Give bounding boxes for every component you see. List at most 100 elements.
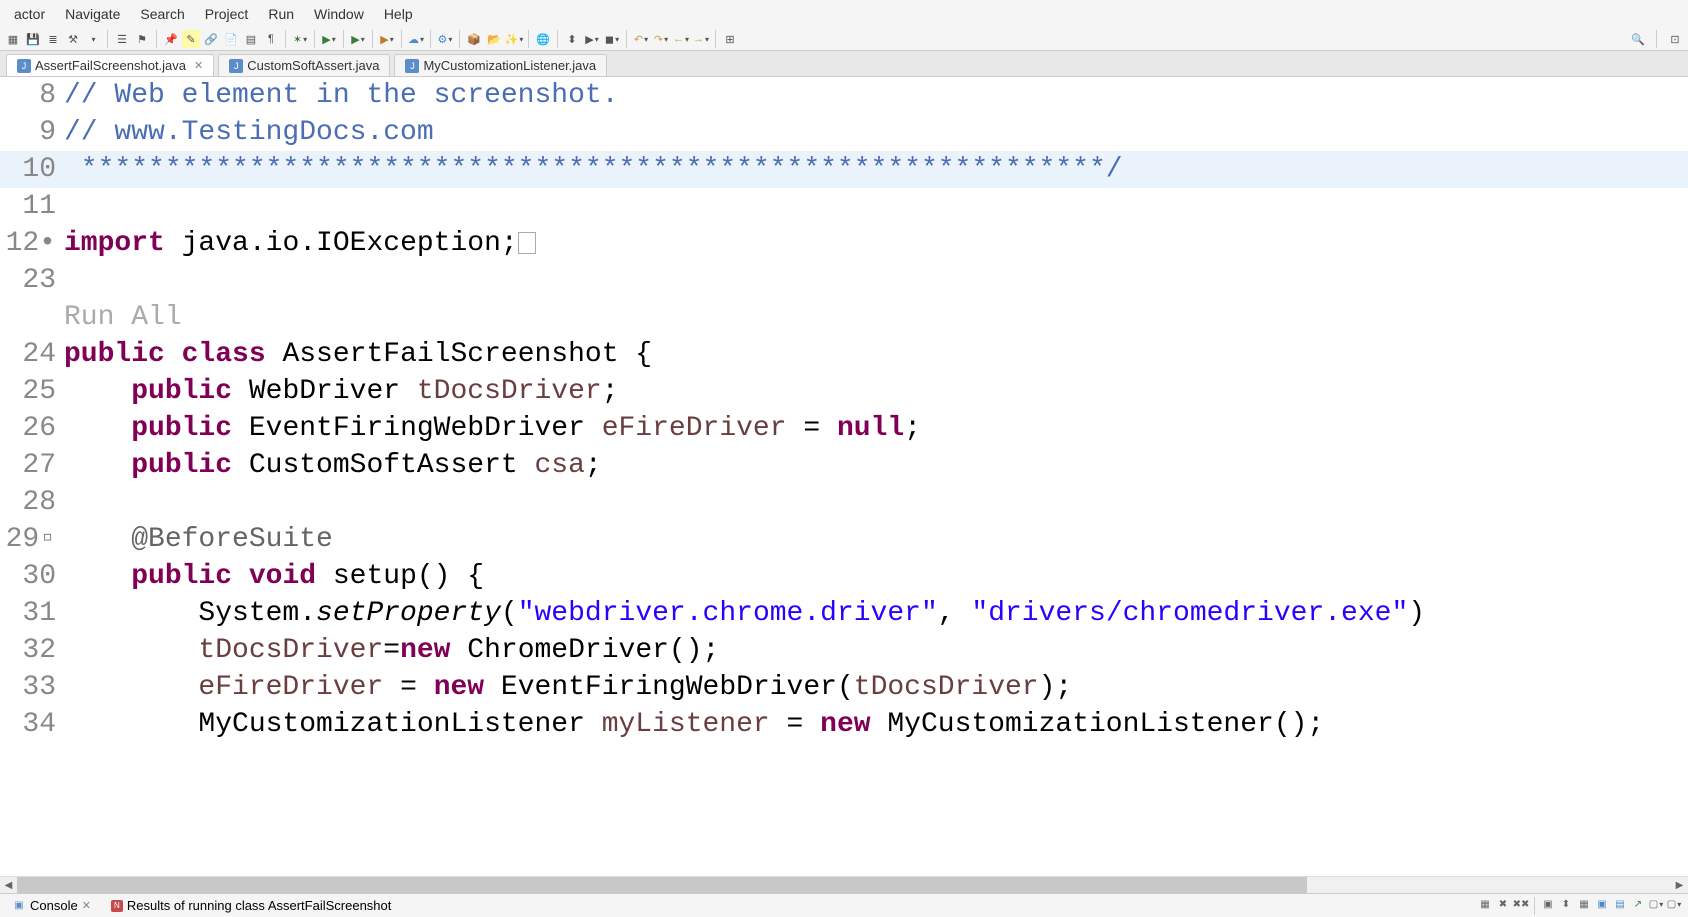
pin-icon[interactable]: 📌 <box>162 30 180 48</box>
scroll-right-icon[interactable]: ▶ <box>1671 880 1688 891</box>
play-icon[interactable]: ▶ <box>583 30 601 48</box>
line-number: 30 <box>0 558 64 595</box>
icon11[interactable]: ▢ <box>1666 897 1682 913</box>
ext-run-icon[interactable]: ▶ <box>378 30 396 48</box>
bug-icon[interactable]: ✶ <box>291 30 309 48</box>
icon8[interactable]: ▤ <box>1612 897 1628 913</box>
editor-area[interactable]: 8// Web element in the screenshot.9// ww… <box>0 77 1688 893</box>
line-number: 12• <box>0 225 64 262</box>
close-icon[interactable]: ✕ <box>82 899 91 912</box>
menu-item[interactable]: Project <box>195 2 259 26</box>
icon10[interactable]: ▢ <box>1648 897 1664 913</box>
code-line[interactable]: 33 eFireDriver = new EventFiringWebDrive… <box>0 669 1688 706</box>
bottom-panel: ▣ Console ✕ N Results of running class A… <box>0 893 1688 917</box>
search-icon[interactable]: 🔍 <box>1629 30 1647 48</box>
tab-assertfailscreenshot[interactable]: J AssertFailScreenshot.java ✕ <box>6 54 214 76</box>
coverage-icon[interactable]: ▶ <box>349 30 367 48</box>
link-icon[interactable]: 🔗 <box>202 30 220 48</box>
scroll-left-icon[interactable]: ◀ <box>0 880 17 891</box>
annot-icon[interactable]: ⚑ <box>133 30 151 48</box>
code-line[interactable]: 27 public CustomSoftAssert csa; <box>0 447 1688 484</box>
code-line[interactable]: 25 public WebDriver tDocsDriver; <box>0 373 1688 410</box>
remove-icon[interactable]: ✖ <box>1495 897 1511 913</box>
nav-fwd-icon[interactable]: → <box>692 30 710 48</box>
code-line[interactable]: 34 MyCustomizationListener myListener = … <box>0 706 1688 743</box>
code-line[interactable]: 10 *************************************… <box>0 151 1688 188</box>
stop-icon[interactable]: ◼ <box>603 30 621 48</box>
globe-icon[interactable]: 🌐 <box>534 30 552 48</box>
code-content: tDocsDriver=new ChromeDriver(); <box>64 632 1688 669</box>
code-line[interactable]: 30 public void setup() { <box>0 558 1688 595</box>
menu-item[interactable]: Search <box>130 2 194 26</box>
nav-back-icon[interactable]: ← <box>672 30 690 48</box>
code-line[interactable]: 9// www.TestingDocs.com <box>0 114 1688 151</box>
code-content: public EventFiringWebDriver eFireDriver … <box>64 410 1688 447</box>
doc-icon[interactable]: 📄 <box>222 30 240 48</box>
para-icon[interactable]: ¶ <box>262 30 280 48</box>
code-line[interactable]: 8// Web element in the screenshot. <box>0 77 1688 114</box>
line-number: 32 <box>0 632 64 669</box>
icon6[interactable]: ▦ <box>1576 897 1592 913</box>
code-content <box>64 262 1688 299</box>
code-line[interactable]: 29▫ @BeforeSuite <box>0 521 1688 558</box>
run-icon[interactable]: ▶ <box>320 30 338 48</box>
code-line[interactable]: 28 <box>0 484 1688 521</box>
menu-item[interactable]: Help <box>374 2 423 26</box>
cloud-icon[interactable]: ☁ <box>407 30 425 48</box>
code-line[interactable]: 32 tDocsDriver=new ChromeDriver(); <box>0 632 1688 669</box>
code-line[interactable]: 23 <box>0 262 1688 299</box>
menu-item[interactable]: Window <box>304 2 374 26</box>
pkg-open-icon[interactable]: 📂 <box>485 30 503 48</box>
console-tab[interactable]: ▣ Console ✕ <box>6 896 97 915</box>
code-line[interactable]: 11 <box>0 188 1688 225</box>
fwd-icon[interactable]: ↷ <box>652 30 670 48</box>
list-icon[interactable]: ▤ <box>242 30 260 48</box>
build-dropdown[interactable] <box>84 30 102 48</box>
code-line[interactable]: 12•import java.io.IOException; <box>0 225 1688 262</box>
new-icon[interactable]: ▦ <box>4 30 22 48</box>
line-number: 27 <box>0 447 64 484</box>
code-content: @BeforeSuite <box>64 521 1688 558</box>
back-icon[interactable]: ↶ <box>632 30 650 48</box>
icon7[interactable]: ▣ <box>1594 897 1610 913</box>
menu-item[interactable]: actor <box>4 2 55 26</box>
remove-all-icon[interactable]: ✖✖ <box>1513 897 1529 913</box>
menu-item[interactable]: Run <box>258 2 304 26</box>
gear-icon[interactable]: ⚙ <box>436 30 454 48</box>
tab-label: MyCustomizationListener.java <box>423 58 596 73</box>
scroll-thumb[interactable] <box>17 877 1307 894</box>
menu-item[interactable]: Navigate <box>55 2 130 26</box>
line-number: 8 <box>0 77 64 114</box>
line-number: 33 <box>0 669 64 706</box>
open-persp-icon[interactable]: ⊡ <box>1666 30 1684 48</box>
close-icon[interactable]: ✕ <box>194 59 203 72</box>
horizontal-scrollbar[interactable]: ◀ ▶ <box>0 876 1688 893</box>
code-line[interactable]: 26 public EventFiringWebDriver eFireDriv… <box>0 410 1688 447</box>
code-content: eFireDriver = new EventFiringWebDriver(t… <box>64 669 1688 706</box>
perspective-icon[interactable]: ⊞ <box>721 30 739 48</box>
menu-bar: actor Navigate Search Project Run Window… <box>0 0 1688 28</box>
icon9[interactable]: ↗ <box>1630 897 1646 913</box>
toggle-icon[interactable]: ☰ <box>113 30 131 48</box>
code-line[interactable]: 31 System.setProperty("webdriver.chrome.… <box>0 595 1688 632</box>
tab-mycustomizationlistener[interactable]: J MyCustomizationListener.java <box>394 54 607 76</box>
save-all-icon[interactable]: ≣ <box>44 30 62 48</box>
code-line[interactable]: Run All <box>0 299 1688 336</box>
line-number: 11 <box>0 188 64 225</box>
tab-customsoftassert[interactable]: J CustomSoftAssert.java <box>218 54 390 76</box>
pkg-new-icon[interactable]: 📦 <box>465 30 483 48</box>
icon5[interactable]: ⬍ <box>1558 897 1574 913</box>
wand-icon[interactable]: ✨ <box>505 30 523 48</box>
testng-icon: N <box>111 900 123 912</box>
build-icon[interactable]: ⚒ <box>64 30 82 48</box>
code-content: MyCustomizationListener myListener = new… <box>64 706 1688 743</box>
code-line[interactable]: 24public class AssertFailScreenshot { <box>0 336 1688 373</box>
code-editor[interactable]: 8// Web element in the screenshot.9// ww… <box>0 77 1688 876</box>
line-number: 25 <box>0 373 64 410</box>
icon1[interactable]: ▦ <box>1477 897 1493 913</box>
type-hier-icon[interactable]: ⬍ <box>563 30 581 48</box>
results-tab[interactable]: N Results of running class AssertFailScr… <box>105 896 397 915</box>
highlight-icon[interactable]: ✎ <box>182 30 200 48</box>
icon4[interactable]: ▣ <box>1540 897 1556 913</box>
save-icon[interactable]: 💾 <box>24 30 42 48</box>
